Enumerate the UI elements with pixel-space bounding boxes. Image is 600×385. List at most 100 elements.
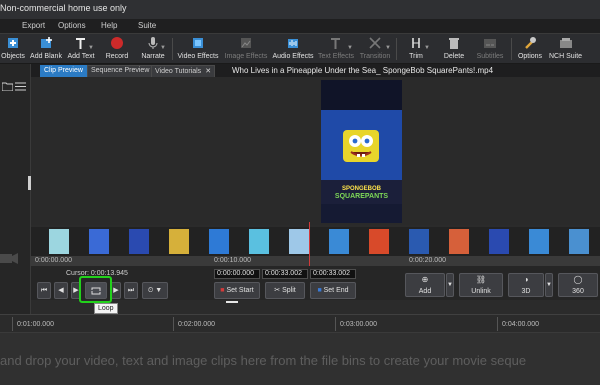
add-blank-button[interactable]: Add Blank <box>30 35 62 63</box>
thumbnail <box>49 229 69 254</box>
thumbnail <box>329 229 349 254</box>
add-dropdown-icon[interactable]: ▼ <box>446 273 454 297</box>
timeline-tick <box>12 317 13 331</box>
subtitles-button[interactable]: Subtitles <box>474 35 506 63</box>
close-icon[interactable]: ✕ <box>205 68 211 75</box>
video-effects-button[interactable]: Video Effects <box>176 35 220 63</box>
loop-tooltip: Loop <box>94 303 118 314</box>
image-effects-button[interactable]: Image Effects <box>224 35 268 63</box>
transition-label: Transition <box>359 53 391 60</box>
playback-speed-button[interactable]: ⏲ ▼ <box>142 282 168 299</box>
objects-button[interactable]: Objects <box>0 35 26 63</box>
set-end-label: Set End <box>323 287 349 294</box>
3d-dropdown-icon[interactable]: ▼ <box>545 273 553 297</box>
ruler-label: 0:00:00.000 <box>35 257 72 264</box>
trim-icon <box>412 38 420 48</box>
duration-time-field[interactable]: 0:00:33.002 <box>262 269 308 279</box>
split-button[interactable]: ✂ Split <box>265 282 305 299</box>
thumbnail <box>449 229 469 254</box>
nch-suite-button[interactable]: NCH Suite <box>549 35 582 63</box>
logo-line2: SQUAREPANTS <box>334 193 389 200</box>
text-effects-button[interactable]: ▼ Text Effects <box>317 35 355 63</box>
timeline-tick <box>173 317 174 331</box>
timeline-label: 0:04:00.000 <box>502 321 539 328</box>
set-end-button[interactable]: ■ Set End <box>310 282 356 299</box>
file-bin-panel <box>0 64 31 314</box>
options-button[interactable]: Options <box>516 35 544 63</box>
audio-effects-label: Audio Effects <box>272 53 314 60</box>
preview-area <box>31 77 600 225</box>
previous-frame-button[interactable]: ◀ <box>54 282 68 299</box>
ruler-label: 0:00:20.000 <box>409 257 446 264</box>
video-effects-label: Video Effects <box>177 53 219 60</box>
unlink-button[interactable]: ⛓ Unlink <box>459 273 503 297</box>
text-effects-dropdown-icon[interactable]: ▼ <box>347 45 353 51</box>
tab-video-tutorials-label: Video Tutorials <box>155 68 202 75</box>
delete-label: Delete <box>443 53 465 60</box>
3d-label: 3D <box>521 288 531 295</box>
go-to-start-button[interactable]: ⏮ <box>37 282 51 299</box>
timeline-ruler[interactable]: 0:01:00.000 0:02:00.000 0:03:00.000 0:04… <box>0 314 600 332</box>
add-text-dropdown-icon[interactable]: ▼ <box>88 45 94 51</box>
timeline-tick <box>497 317 498 331</box>
text-effects-icon <box>331 38 340 49</box>
menu-export[interactable]: Export <box>22 21 45 30</box>
record-label: Record <box>105 53 129 60</box>
delete-button[interactable]: Delete <box>440 35 468 63</box>
trim-label: Trim <box>409 53 423 60</box>
narrate-button[interactable]: ▼ Narrate <box>138 35 168 63</box>
add-label: Add <box>418 288 432 295</box>
title-bar: Non-commercial home use only <box>0 0 600 19</box>
timeline-drop-hint: and drop your video, text and image clip… <box>0 353 527 368</box>
thumbnail <box>249 229 269 254</box>
set-start-button[interactable]: ■ Set Start <box>214 282 260 299</box>
playhead[interactable] <box>309 222 310 266</box>
360-icon: ◯ <box>573 275 583 284</box>
list-view-icon[interactable] <box>15 82 26 91</box>
record-icon <box>111 37 123 49</box>
narrate-dropdown-icon[interactable]: ▼ <box>160 45 166 51</box>
video-frame: SPONGEBOB SQUAREPANTS <box>321 80 402 223</box>
transition-button[interactable]: ▼ Transition <box>358 35 392 63</box>
next-frame-button[interactable]: ▶ <box>111 282 121 299</box>
add-blank-label: Add Blank <box>30 53 62 60</box>
menu-suite[interactable]: Suite <box>138 21 156 30</box>
add-text-button[interactable]: ▼ Add Text <box>66 35 96 63</box>
thumbnail <box>529 229 549 254</box>
add-blank-icon <box>41 37 52 48</box>
thumbnail <box>369 229 389 254</box>
add-button[interactable]: ⊕ Add <box>405 273 445 297</box>
transition-icon <box>369 37 381 49</box>
set-end-time-field[interactable]: 0:00:33.002 <box>310 269 356 279</box>
trim-dropdown-icon[interactable]: ▼ <box>424 45 430 51</box>
menu-options[interactable]: Options <box>58 21 86 30</box>
record-button[interactable]: Record <box>104 35 130 63</box>
clip-ruler[interactable]: 0:00:00.000 0:00:10.000 0:00:20.000 <box>31 256 600 266</box>
timeline-tick <box>335 317 336 331</box>
toolbar-divider <box>396 38 397 60</box>
unlink-label: Unlink <box>471 288 491 295</box>
tab-clip-preview-label: Clip Preview <box>44 67 83 74</box>
thumbnail <box>209 229 229 254</box>
go-to-end-button[interactable]: ⏭ <box>124 282 138 299</box>
image-effects-icon <box>241 38 251 48</box>
tab-clip-preview[interactable]: Clip Preview <box>40 65 87 77</box>
menu-bar: Export Options Help Suite <box>0 19 600 34</box>
thumbnail <box>489 229 509 254</box>
timeline-label: 0:03:00.000 <box>340 321 377 328</box>
scroll-indicator[interactable] <box>226 301 238 303</box>
tab-video-tutorials[interactable]: Video Tutorials ✕ <box>151 65 216 77</box>
folder-icon[interactable] <box>2 82 13 91</box>
audio-effects-button[interactable]: Audio Effects <box>272 35 314 63</box>
menu-help[interactable]: Help <box>101 21 117 30</box>
clip-filmstrip[interactable] <box>31 227 600 257</box>
360-button[interactable]: ◯ 360 <box>558 273 598 297</box>
objects-label: Objects <box>1 53 25 60</box>
transition-dropdown-icon[interactable]: ▼ <box>385 45 391 51</box>
trim-button[interactable]: ▼ Trim <box>402 35 430 63</box>
set-start-time-field[interactable]: 0:00:00.000 <box>214 269 260 279</box>
delete-icon <box>449 38 459 49</box>
video-top-band <box>321 80 402 110</box>
3d-button[interactable]: ◑ 3D <box>508 273 544 297</box>
tab-sequence-preview[interactable]: Sequence Preview <box>87 65 154 77</box>
